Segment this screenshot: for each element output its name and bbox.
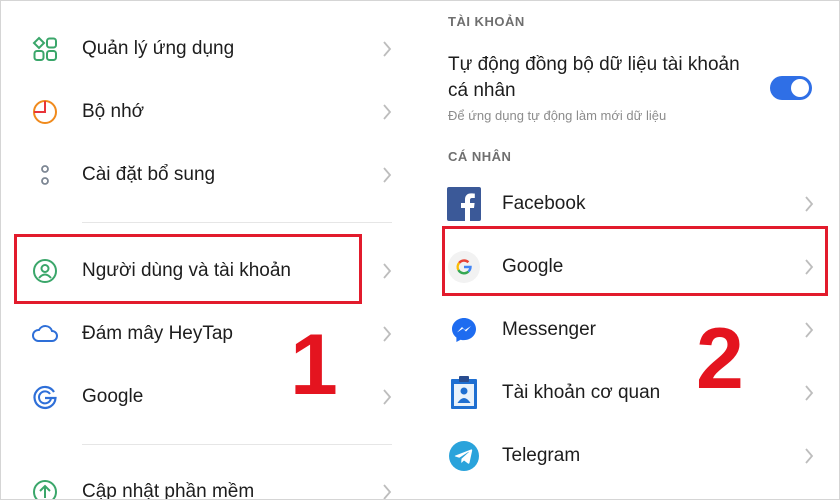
- step-number-2: 2: [696, 311, 744, 407]
- account-item-messenger[interactable]: Messenger: [418, 308, 840, 352]
- menu-item-label: Bộ nhớ: [82, 101, 145, 122]
- chevron-right-icon: [378, 480, 396, 500]
- chevron-right-icon: [378, 385, 396, 409]
- app-grid-icon: [30, 34, 60, 64]
- account-item-label: Telegram: [502, 445, 581, 466]
- account-item-label: Tài khoản cơ quan: [502, 382, 661, 403]
- chevron-right-icon: [378, 259, 396, 283]
- account-item-label: Messenger: [502, 319, 596, 340]
- menu-item-label: Cập nhật phần mềm: [82, 481, 255, 500]
- section-header-personal: CÁ NHÂN: [448, 149, 512, 164]
- menu-item-additional-settings[interactable]: Cài đặt bổ sung: [0, 153, 414, 197]
- divider: [82, 444, 392, 445]
- account-item-work[interactable]: Tài khoản cơ quan: [418, 371, 840, 415]
- chevron-right-icon: [800, 444, 818, 468]
- menu-item-label: Đám mây HeyTap: [82, 323, 233, 344]
- accounts-panel: TÀI KHOẢN Tự động đồng bộ dữ liệu tài kh…: [418, 0, 840, 500]
- account-item-facebook[interactable]: Facebook: [418, 182, 840, 226]
- auto-sync-title: Tự động đồng bộ dữ liệu tài khoản cá nhâ…: [448, 54, 740, 101]
- menu-item-heytap-cloud[interactable]: Đám mây HeyTap: [0, 312, 414, 356]
- auto-sync-subtitle: Để ứng dụng tự động làm mới dữ liệu: [448, 108, 667, 123]
- toggle-knob: [791, 79, 809, 97]
- menu-item-storage[interactable]: Bộ nhớ: [0, 90, 414, 134]
- chevron-right-icon: [378, 163, 396, 187]
- menu-item-label: Google: [82, 386, 144, 407]
- software-update-icon: [30, 477, 60, 500]
- step-number-1: 1: [290, 317, 338, 413]
- section-header-account: TÀI KHOẢN: [448, 14, 525, 29]
- menu-item-software-update[interactable]: Cập nhật phần mềm: [0, 470, 414, 500]
- menu-item-google[interactable]: Google: [0, 375, 414, 419]
- account-item-label: Facebook: [502, 193, 586, 214]
- chevron-right-icon: [800, 318, 818, 342]
- menu-item-label: Quản lý ứng dụng: [82, 38, 235, 59]
- google-g-icon: [30, 382, 60, 412]
- telegram-icon: [446, 438, 482, 474]
- facebook-icon: [446, 186, 482, 222]
- chevron-right-icon: [378, 37, 396, 61]
- storage-pie-icon: [30, 97, 60, 127]
- chevron-right-icon: [378, 100, 396, 124]
- auto-sync-toggle[interactable]: [770, 76, 812, 100]
- chevron-right-icon: [800, 381, 818, 405]
- account-item-telegram[interactable]: Telegram: [418, 434, 840, 478]
- additional-settings-icon: [30, 160, 60, 190]
- chevron-right-icon: [800, 192, 818, 216]
- divider: [82, 222, 392, 223]
- menu-item-label: Cài đặt bổ sung: [82, 164, 216, 185]
- settings-panel: Quản lý ứng dụng Bộ nhớ Cài đặt bổ sung: [0, 0, 414, 500]
- chevron-right-icon: [378, 322, 396, 346]
- highlight-box-google: [442, 226, 828, 296]
- messenger-icon: [446, 312, 482, 348]
- cloud-icon: [30, 319, 60, 349]
- menu-item-app-management[interactable]: Quản lý ứng dụng: [0, 27, 414, 71]
- work-account-icon: [446, 375, 482, 411]
- highlight-box-users-accounts: [14, 234, 362, 304]
